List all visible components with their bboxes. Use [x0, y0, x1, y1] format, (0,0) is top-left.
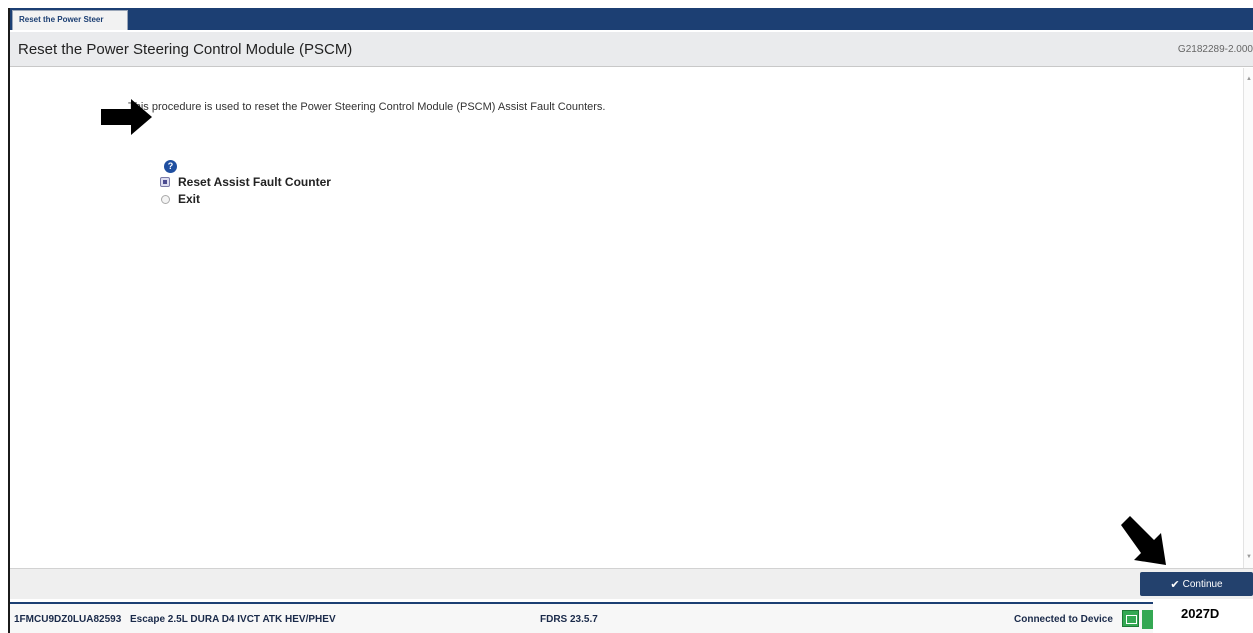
connection-status: Connected to Device [1014, 614, 1113, 625]
scroll-up-icon[interactable]: ▲ [1246, 76, 1252, 82]
vin-text: 1FMCU9DZ0LUA82593 [14, 614, 122, 625]
page-title: Reset the Power Steering Control Module … [18, 41, 353, 58]
continue-button[interactable]: ✔ Continue [1140, 572, 1253, 596]
option-exit[interactable]: Exit [160, 192, 200, 206]
tab-label: Reset the Power Steer [19, 15, 104, 24]
tab-reset-power-steering[interactable]: Reset the Power Steer [12, 10, 128, 30]
selected-radio-icon[interactable] [160, 177, 170, 187]
page-header: Reset the Power Steering Control Module … [10, 32, 1253, 67]
arrow-icon [101, 99, 152, 135]
help-icon[interactable]: ? [164, 160, 177, 173]
vertical-scrollbar[interactable]: ▲ ▼ [1243, 68, 1253, 568]
option-label: Reset Assist Fault Counter [178, 175, 331, 189]
version-text: FDRS 23.5.7 [540, 614, 598, 625]
figure-code: 2027D [1181, 606, 1220, 621]
vehicle-text: Escape 2.5L DURA D4 IVCT ATK HEV/PHEV [130, 614, 336, 625]
signal-icon [1142, 610, 1153, 629]
option-reset-assist-fault-counter[interactable]: Reset Assist Fault Counter [160, 175, 331, 189]
status-bar: 1FMCU9DZ0LUA82593 Escape 2.5L DURA D4 IV… [10, 602, 1153, 633]
procedure-description: This procedure is used to reset the Powe… [128, 101, 606, 113]
continue-label: Continue [1182, 578, 1223, 590]
arrow-icon [1121, 516, 1166, 565]
device-icon[interactable] [1122, 610, 1139, 627]
scroll-down-icon[interactable]: ▼ [1246, 554, 1252, 560]
action-bar [10, 568, 1253, 599]
tab-bar: Reset the Power Steer [10, 8, 1253, 30]
option-label: Exit [178, 192, 201, 206]
radio-icon[interactable] [161, 194, 170, 204]
page-id: G2182289-2.000 [1177, 44, 1253, 55]
check-icon: ✔ [1170, 578, 1180, 591]
procedure-content: This procedure is used to reset the Powe… [10, 68, 1243, 568]
